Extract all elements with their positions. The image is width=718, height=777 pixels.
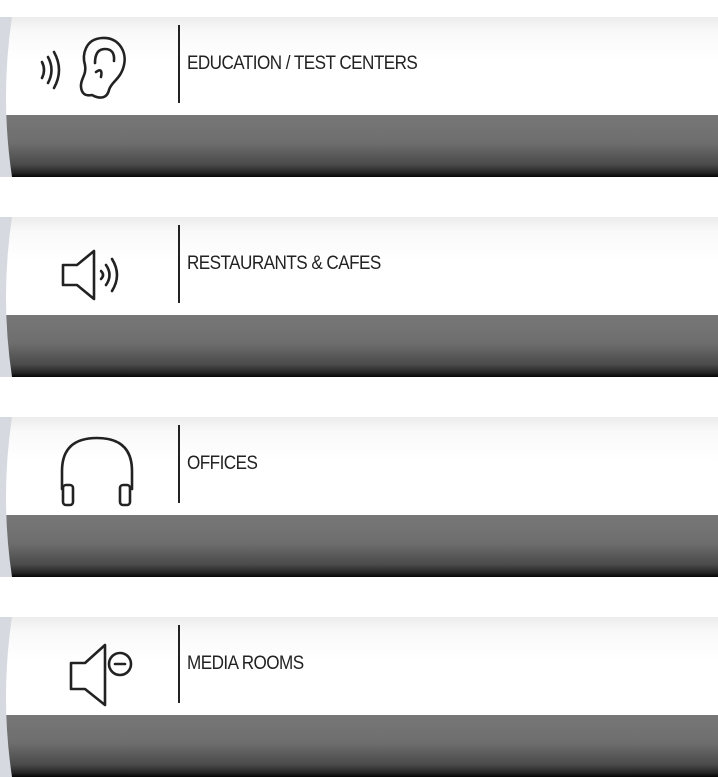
category-label: OFFICES [187, 453, 258, 474]
headphones-icon [60, 436, 134, 507]
ear-sound-icon [40, 36, 126, 99]
panel-dark-band [0, 715, 718, 777]
panel-curl-decoration [0, 417, 12, 577]
panel-curl-decoration [0, 17, 12, 177]
panel-dark-band [0, 315, 718, 377]
panel-dark-band [0, 515, 718, 577]
category-panel-offices: OFFICES [0, 417, 718, 577]
panel-curl-decoration [0, 217, 12, 377]
panel-divider [178, 225, 180, 303]
panel-divider [178, 425, 180, 503]
panel-divider [178, 25, 180, 103]
speaker-minus-icon [69, 643, 133, 707]
speaker-sound-icon [61, 249, 119, 301]
category-panel-education: EDUCATION / TEST CENTERS [0, 17, 718, 177]
category-label: EDUCATION / TEST CENTERS [187, 53, 418, 74]
panel-dark-band [0, 115, 718, 177]
panel-divider [178, 625, 180, 703]
category-panel-restaurants: RESTAURANTS & CAFES [0, 217, 718, 377]
category-panel-media-rooms: MEDIA ROOMS [0, 617, 718, 777]
category-label: RESTAURANTS & CAFES [187, 253, 381, 274]
category-label: MEDIA ROOMS [187, 653, 304, 674]
panel-curl-decoration [0, 617, 12, 777]
